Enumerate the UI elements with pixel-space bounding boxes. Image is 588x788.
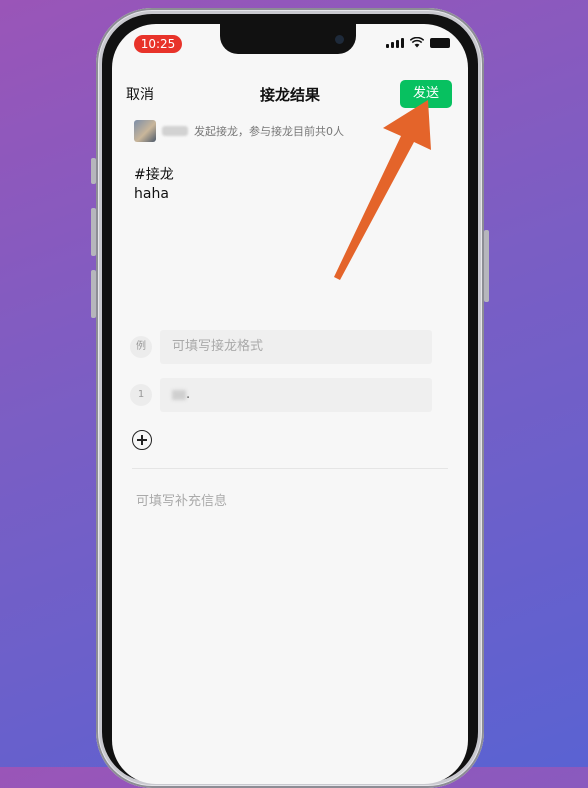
battery-icon xyxy=(430,37,450,48)
blurred-entry-name xyxy=(172,389,186,400)
status-time: 10:25 xyxy=(134,35,182,53)
phone-frame: 10:25 取消 接龙结果 发送 发起接龙，参与接龙目前共0人 #接龙 haha xyxy=(91,8,489,788)
format-input[interactable]: 可填写接龙格式 xyxy=(160,330,432,364)
mute-switch xyxy=(91,158,96,184)
entry-suffix: . xyxy=(186,387,191,402)
send-button[interactable]: 发送 xyxy=(400,80,452,108)
entry-input[interactable]: . xyxy=(160,378,432,412)
status-icons xyxy=(386,37,450,48)
example-badge: 例 xyxy=(130,336,152,358)
initiator-text: 发起接龙，参与接龙目前共0人 xyxy=(194,125,344,138)
entry-row: 1 . xyxy=(130,378,432,412)
signal-icon xyxy=(386,37,404,48)
volume-down-button xyxy=(91,270,96,318)
wifi-icon xyxy=(410,37,424,48)
add-icon[interactable] xyxy=(132,430,152,450)
screen: 10:25 取消 接龙结果 发送 发起接龙，参与接龙目前共0人 #接龙 haha xyxy=(112,24,468,784)
notch xyxy=(220,24,356,54)
supplement-input[interactable]: 可填写补充信息 xyxy=(136,490,227,509)
entry-number-badge: 1 xyxy=(130,384,152,406)
navigation-bar: 取消 接龙结果 发送 xyxy=(112,74,468,114)
message-content[interactable]: #接龙 haha xyxy=(134,166,174,204)
initiator-info: 发起接龙，参与接龙目前共0人 xyxy=(134,120,344,142)
divider xyxy=(132,468,448,469)
power-button xyxy=(484,230,489,302)
content-line-1: #接龙 xyxy=(134,167,174,183)
avatar xyxy=(134,120,156,142)
volume-up-button xyxy=(91,208,96,256)
camera-icon xyxy=(335,35,344,44)
blurred-username xyxy=(162,126,188,136)
format-row: 例 可填写接龙格式 xyxy=(130,330,432,364)
content-line-2: haha xyxy=(134,186,169,202)
